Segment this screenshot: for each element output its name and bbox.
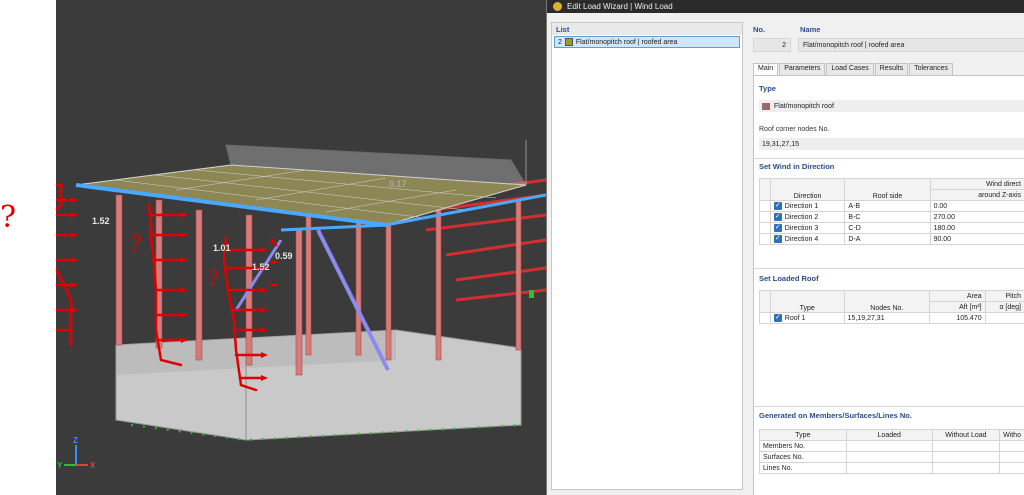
tab-main[interactable]: Main bbox=[753, 63, 779, 75]
roof-side-cell: B-C bbox=[844, 211, 931, 223]
generated-section-title: Generated on Members/Surfaces/Lines No. bbox=[759, 411, 912, 420]
tab-load-cases[interactable]: Load Cases bbox=[826, 63, 874, 75]
col-nodes: Nodes No. bbox=[843, 290, 931, 313]
table-row[interactable]: ✓ Direction 3 C-D 180.00 bbox=[759, 222, 1024, 234]
area-cell: 105.470 bbox=[929, 312, 986, 324]
angle-cell[interactable]: 270.00 bbox=[929, 211, 1024, 223]
divider bbox=[754, 268, 1024, 269]
generated-table: Type Loaded Without Load Witho Members N… bbox=[759, 429, 1024, 474]
col-roof-side: Roof side bbox=[844, 178, 931, 201]
direction-cell: Direction 3 bbox=[784, 224, 819, 232]
col-gen-loaded: Loaded bbox=[845, 429, 933, 441]
table-row: Lines No. bbox=[759, 462, 1024, 474]
list-panel: List 2 Flat/monopitch roof | roofed area bbox=[551, 22, 743, 490]
checkbox-checked-icon[interactable]: ✓ bbox=[773, 224, 782, 232]
col-type: Type bbox=[769, 290, 845, 313]
col-wind-dir-sub: around Z-axis bbox=[929, 189, 1024, 201]
nodes-cell[interactable]: 15,19,27,31 bbox=[843, 312, 931, 324]
load-value-label: 1.01 bbox=[213, 243, 231, 253]
tab-tolerances[interactable]: Tolerances bbox=[909, 63, 953, 75]
axis-z-label: Z bbox=[73, 436, 78, 445]
tab-bar: Main Parameters Load Cases Results Toler… bbox=[753, 63, 954, 75]
roof-type-cell: Roof 1 bbox=[784, 314, 806, 322]
list-item[interactable]: 2 Flat/monopitch roof | roofed area bbox=[554, 36, 740, 48]
name-field[interactable]: Flat/monopitch roof | roofed area bbox=[798, 38, 1024, 52]
table-row: Members No. bbox=[759, 440, 1024, 452]
checkbox-checked-icon[interactable]: ✓ bbox=[773, 235, 782, 243]
list-item-no: 2 bbox=[558, 38, 562, 46]
load-value-label: 0.59 bbox=[275, 251, 293, 261]
type-select[interactable]: Flat/monopitch roof bbox=[759, 100, 1024, 112]
sketch-question-mark: ? bbox=[130, 232, 142, 257]
col-gen-without-load: Without Load bbox=[931, 429, 1001, 441]
col-pitch: Pitch bbox=[984, 290, 1024, 302]
roof-nodes-field[interactable]: 19,31,27,15 bbox=[759, 138, 1024, 150]
roof-side-cell: A-B bbox=[844, 200, 931, 212]
type-color-icon bbox=[762, 102, 770, 110]
list-header: List bbox=[552, 23, 742, 35]
checkbox-checked-icon[interactable]: ✓ bbox=[773, 314, 782, 322]
gen-row-label: Surfaces No. bbox=[759, 451, 847, 463]
axis-x-label: X bbox=[90, 461, 96, 470]
direction-cell: Direction 4 bbox=[784, 235, 819, 243]
checkbox-checked-icon[interactable]: ✓ bbox=[773, 213, 782, 221]
col-direction: Direction bbox=[769, 178, 846, 201]
col-area-sub: Aft [m²] bbox=[929, 301, 986, 313]
axis-y-label: Y bbox=[57, 461, 63, 470]
roof-nodes-label: Roof corner nodes No. bbox=[759, 126, 830, 133]
direction-cell: Direction 1 bbox=[784, 202, 819, 210]
window-title: Edit Load Wizard | Wind Load bbox=[567, 2, 673, 11]
col-gen-type: Type bbox=[759, 429, 847, 441]
title-bar: Edit Load Wizard | Wind Load bbox=[547, 0, 1024, 13]
table-row[interactable]: ✓ Direction 4 D-A 90.00 bbox=[759, 233, 1024, 245]
divider bbox=[754, 158, 1024, 159]
col-area: Area bbox=[929, 290, 986, 302]
col-wind-dir: Wind direct bbox=[929, 178, 1024, 190]
direction-cell: Direction 2 bbox=[784, 213, 819, 221]
left-margin bbox=[0, 0, 56, 495]
table-row[interactable]: ✓ Direction 2 B-C 270.00 bbox=[759, 211, 1024, 223]
color-swatch-icon bbox=[564, 38, 573, 46]
loaded-roof-table: Type Nodes No. Area Pitch Aft [m²] α [de… bbox=[759, 290, 1024, 324]
list-item-label: Flat/monopitch roof | roofed area bbox=[575, 38, 678, 46]
angle-cell[interactable]: 90.00 bbox=[929, 233, 1024, 245]
app-icon bbox=[553, 2, 562, 11]
type-value: Flat/monopitch roof bbox=[774, 102, 834, 110]
tab-results[interactable]: Results bbox=[874, 63, 909, 75]
checkbox-checked-icon[interactable]: ✓ bbox=[773, 202, 782, 210]
wind-direction-section-title: Set Wind in Direction bbox=[759, 162, 835, 171]
load-value-label: 1.52 bbox=[252, 262, 270, 272]
3d-viewport[interactable]: 1.52 1.01 1.52 0.59 0.17 ? ? Z Y X bbox=[56, 0, 546, 495]
table-row[interactable]: ✓ Roof 1 15,19,27,31 105.470 bbox=[759, 312, 1024, 324]
load-value-label: 0.17 bbox=[389, 179, 407, 189]
angle-cell[interactable]: 0.00 bbox=[929, 200, 1024, 212]
angle-cell[interactable]: 180.00 bbox=[929, 222, 1024, 234]
gen-row-label: Members No. bbox=[759, 440, 847, 452]
no-label: No. bbox=[753, 25, 766, 34]
roof-side-cell: D-A bbox=[844, 233, 931, 245]
roof-side-cell: C-D bbox=[844, 222, 931, 234]
sketch-question-mark: ? bbox=[0, 200, 17, 235]
sketch-question-mark: ? bbox=[208, 266, 219, 290]
divider bbox=[754, 406, 1024, 407]
type-section-title: Type bbox=[759, 84, 776, 93]
table-row: Surfaces No. bbox=[759, 451, 1024, 463]
col-pitch-sub: α [deg] bbox=[984, 301, 1024, 313]
gen-row-label: Lines No. bbox=[759, 462, 847, 474]
tab-parameters[interactable]: Parameters bbox=[779, 63, 826, 75]
name-label: Name bbox=[800, 25, 821, 34]
main-tab-content: Type Flat/monopitch roof Roof corner nod… bbox=[753, 75, 1024, 495]
table-row[interactable]: ✓ Direction 1 A-B 0.00 bbox=[759, 200, 1024, 212]
col-gen-witho: Witho bbox=[999, 429, 1024, 441]
edit-load-wizard-dialog: Edit Load Wizard | Wind Load List 2 Flat… bbox=[546, 0, 1024, 495]
no-field[interactable]: 2 bbox=[753, 38, 791, 52]
wind-direction-table: Direction Roof side Wind direct around Z… bbox=[759, 178, 1024, 245]
loaded-roof-section-title: Set Loaded Roof bbox=[759, 274, 819, 283]
load-value-label: 1.52 bbox=[92, 216, 110, 226]
